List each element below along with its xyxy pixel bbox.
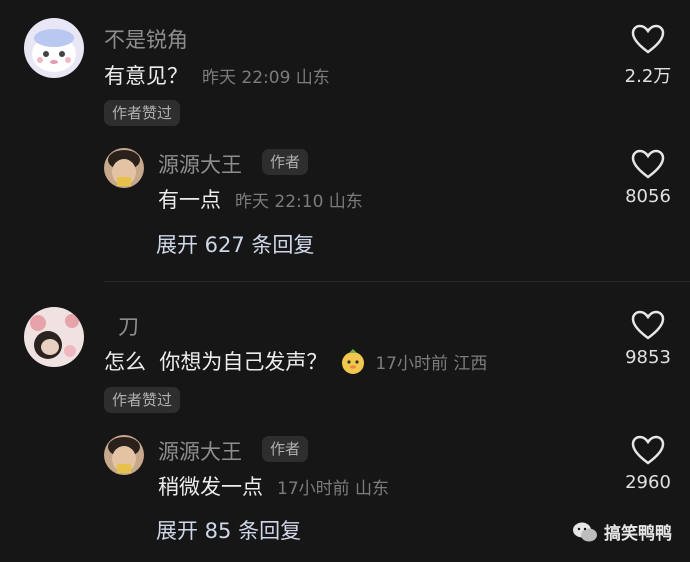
reply-text: 有一点 昨天 22:10 山东 [158,184,363,214]
wechat-icon [573,522,597,541]
username[interactable]: 不是锐角 [104,24,188,54]
heart-outline-icon[interactable] [631,310,665,340]
avatar[interactable] [104,148,144,188]
comment-meta: 17小时前 江西 [375,353,488,374]
like-count: 8056 [625,186,671,207]
username[interactable]: 刀 [118,311,139,341]
like-count: 2960 [625,472,671,493]
expand-replies-link[interactable]: 展开 85 条回复 [156,515,301,545]
avatar[interactable] [24,307,84,367]
like-count: 9853 [625,347,671,368]
comment-text: 有意见？ 昨天 22:09 山东 [104,60,330,90]
author-liked-badge: 作者赞过 [104,387,181,413]
reply-meta: 17小时前 山东 [277,478,390,499]
heart-outline-icon[interactable] [631,435,665,465]
avatar[interactable] [104,435,144,475]
expand-replies-link[interactable]: 展开 627 条回复 [156,229,314,259]
author-liked-badge: 作者赞过 [104,100,181,126]
divider [104,281,690,282]
reply-body: 稍微发一点 [158,475,263,499]
username[interactable]: 源源大王 [158,149,242,179]
reply-meta: 昨天 22:10 山东 [235,191,363,212]
heart-outline-icon[interactable] [631,24,665,54]
author-tag: 作者 [262,149,309,175]
watermark-text: 搞笑鸭鸭 [604,524,672,544]
duck-emoji-icon [342,349,365,374]
comment-body: 怎么 你想为自己发声？ [104,350,328,374]
like-count: 2.2万 [624,66,672,87]
comment-text: 怎么 你想为自己发声？ 17小时前 江西 [104,346,487,376]
reply-body: 有一点 [158,188,221,212]
watermark: 搞笑鸭鸭 [572,519,672,544]
avatar[interactable] [24,18,84,78]
comment-body: 有意见？ [104,64,188,88]
author-tag: 作者 [262,436,309,462]
reply-text: 稍微发一点 17小时前 山东 [158,471,389,501]
heart-outline-icon[interactable] [631,149,665,179]
comment-meta: 昨天 22:09 山东 [202,67,330,88]
username[interactable]: 源源大王 [158,436,242,466]
